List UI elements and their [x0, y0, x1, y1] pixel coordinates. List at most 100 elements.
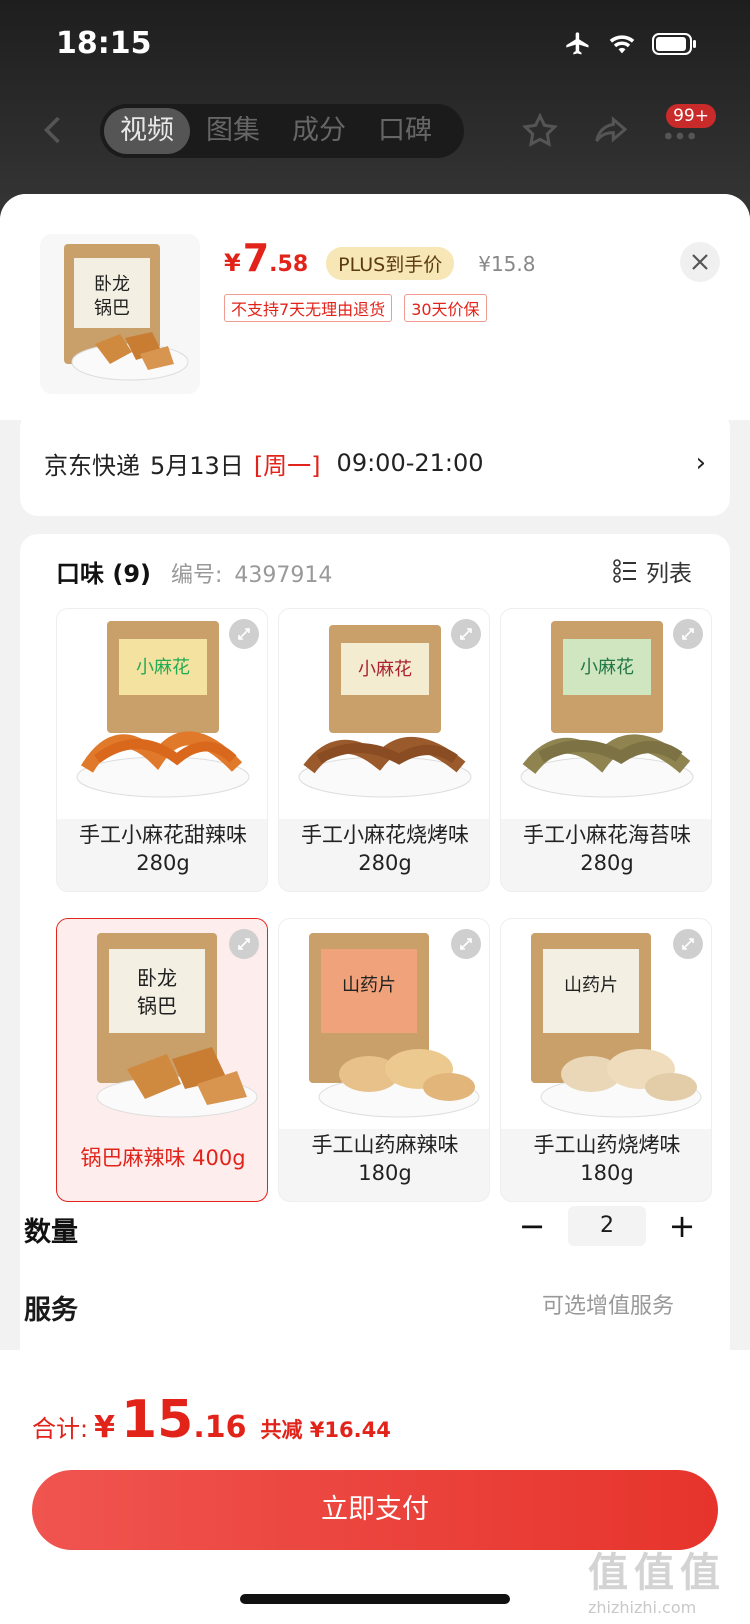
total-decimal: .16: [193, 1410, 247, 1445]
total-currency: ¥: [94, 1410, 115, 1445]
svg-text:山药片: 山药片: [564, 975, 618, 996]
tab-ingredients[interactable]: 成分: [276, 108, 362, 154]
quantity-stepper: − 2 +: [510, 1204, 704, 1248]
status-icons: [564, 30, 698, 58]
flavor-weight: 280g: [580, 851, 634, 875]
zoom-button[interactable]: [229, 929, 259, 959]
flavor-option[interactable]: 小麻花 手工小麻花烧烤味 280g: [278, 608, 490, 892]
total-integer: 15: [120, 1390, 194, 1450]
flavor-name: 手工小麻花甜辣味: [79, 823, 247, 847]
watermark-logo: 值值值: [588, 1550, 726, 1596]
increment-button[interactable]: +: [660, 1204, 704, 1248]
delivery-row[interactable]: 京东快递 5月13日 [周一] 09:00-21:00 ›: [20, 410, 730, 516]
watermark-url: zhizhizhi.com: [588, 1598, 697, 1617]
airplane-icon: [566, 32, 589, 55]
chevron-right-icon: ›: [695, 448, 706, 478]
flavor-name: 锅巴麻辣味 400g: [80, 1146, 246, 1170]
flavor-title: 口味 (9): [56, 560, 151, 588]
quantity-row: 数量 − 2 +: [24, 1200, 704, 1260]
notification-badge: 99+: [666, 104, 716, 128]
flavor-name: 手工小麻花海苔味: [523, 823, 691, 847]
flavor-option-selected[interactable]: 卧龙 锅巴 锅巴麻辣味 400g: [56, 918, 268, 1202]
svg-text:卧龙: 卧龙: [94, 274, 130, 295]
zoom-button[interactable]: [229, 619, 259, 649]
flavor-label: 锅巴麻辣味 400g: [57, 1144, 267, 1172]
product-summary: 卧龙 锅巴 ¥ 7 .58 PLUS到手价 ¥15.8 不支持7天无理由退货 3…: [0, 194, 750, 420]
svg-text:锅巴: 锅巴: [137, 994, 177, 1018]
flavor-label: 手工山药烧烤味 180g: [501, 1131, 711, 1187]
flavor-label: 手工小麻花烧烤味 280g: [279, 821, 489, 877]
watermark: 值值值 zhizhizhi.com: [588, 1540, 726, 1617]
tab-reviews[interactable]: 口碑: [362, 108, 448, 154]
no-return-tag: 不支持7天无理由退货: [224, 294, 393, 322]
plus-price-badge: PLUS到手价: [326, 247, 455, 280]
list-icon: [613, 559, 636, 583]
delivery-time: 09:00-21:00: [336, 449, 484, 477]
status-time: 18:15: [56, 26, 152, 61]
service-row[interactable]: 服务 可选增值服务: [24, 1288, 704, 1328]
quantity-input[interactable]: 2: [568, 1206, 646, 1246]
delivery-date: 5月13日: [150, 451, 244, 480]
nav-actions: 99+: [520, 104, 720, 158]
share-icon[interactable]: [590, 111, 630, 151]
price-currency: ¥: [224, 249, 241, 277]
svg-text:小麻花: 小麻花: [358, 659, 412, 680]
back-arrow-icon[interactable]: [36, 110, 72, 150]
flavor-header: 口味 (9) 编号: 4397914: [56, 554, 332, 589]
flavor-weight: 180g: [358, 1161, 412, 1185]
status-bar: 18:15: [0, 0, 750, 90]
more-button[interactable]: 99+: [660, 104, 720, 158]
delivery-carrier: 京东快递: [44, 451, 140, 480]
total-row: 合计: ¥ 15 .16 共减 ¥16.44: [32, 1390, 391, 1450]
svg-text:小麻花: 小麻花: [136, 657, 190, 678]
decrement-button[interactable]: −: [510, 1204, 554, 1248]
svg-text:卧龙: 卧龙: [137, 966, 177, 990]
total-label: 合计:: [32, 1415, 89, 1443]
service-hint: 可选增值服务: [541, 1294, 674, 1319]
zoom-button[interactable]: [451, 619, 481, 649]
expand-icon: [682, 628, 694, 640]
svg-text:锅巴: 锅巴: [94, 298, 130, 319]
close-icon: [692, 254, 708, 270]
price-row: ¥ 7 .58 PLUS到手价 ¥15.8: [224, 236, 535, 280]
original-price: ¥15.8: [478, 252, 536, 276]
tab-video[interactable]: 视频: [104, 108, 190, 154]
sku-code: 4397914: [234, 563, 333, 588]
service-tags: 不支持7天无理由退货 30天价保: [224, 294, 487, 322]
flavor-label: 手工小麻花海苔味 280g: [501, 821, 711, 877]
expand-icon: [460, 628, 472, 640]
flavor-name: 手工山药麻辣味: [311, 1133, 459, 1157]
flavor-name: 手工山药烧烤味: [533, 1133, 681, 1157]
list-view-toggle[interactable]: 列表: [612, 554, 692, 588]
flavor-weight: 180g: [580, 1161, 634, 1185]
tab-gallery[interactable]: 图集: [190, 108, 276, 154]
expand-icon: [460, 938, 472, 950]
flavor-option[interactable]: 小麻花 手工小麻花海苔味 280g: [500, 608, 712, 892]
flavor-option[interactable]: 山药片 手工山药烧烤味 180g: [500, 918, 712, 1202]
expand-icon: [238, 628, 250, 640]
flavor-option[interactable]: 小麻花 手工小麻花甜辣味 280g: [56, 608, 268, 892]
product-thumbnail[interactable]: 卧龙 锅巴: [40, 234, 200, 394]
delivery-weekday: [周一]: [253, 451, 321, 480]
svg-text:小麻花: 小麻花: [580, 657, 634, 678]
flavor-name: 手工小麻花烧烤味: [301, 823, 469, 847]
close-button[interactable]: [680, 242, 720, 282]
svg-text:山药片: 山药片: [342, 975, 396, 996]
flavor-option[interactable]: 山药片 手工山药麻辣味 180g: [278, 918, 490, 1202]
sku-code-label: 编号:: [171, 563, 223, 588]
home-indicator: [240, 1594, 510, 1604]
zoom-button[interactable]: [673, 619, 703, 649]
expand-icon: [238, 938, 250, 950]
flavor-weight: 280g: [358, 851, 412, 875]
zoom-button[interactable]: [673, 929, 703, 959]
expand-icon: [682, 938, 694, 950]
pay-now-button[interactable]: 立即支付: [32, 1470, 718, 1550]
product-bag-image: 卧龙 锅巴: [64, 244, 189, 381]
price-protection-tag: 30天价保: [404, 294, 487, 322]
star-icon[interactable]: [520, 111, 560, 151]
battery-icon: [652, 33, 696, 55]
list-view-label: 列表: [646, 561, 692, 587]
zoom-button[interactable]: [451, 929, 481, 959]
flavor-weight: 280g: [136, 851, 190, 875]
price-decimal: .58: [269, 252, 309, 277]
